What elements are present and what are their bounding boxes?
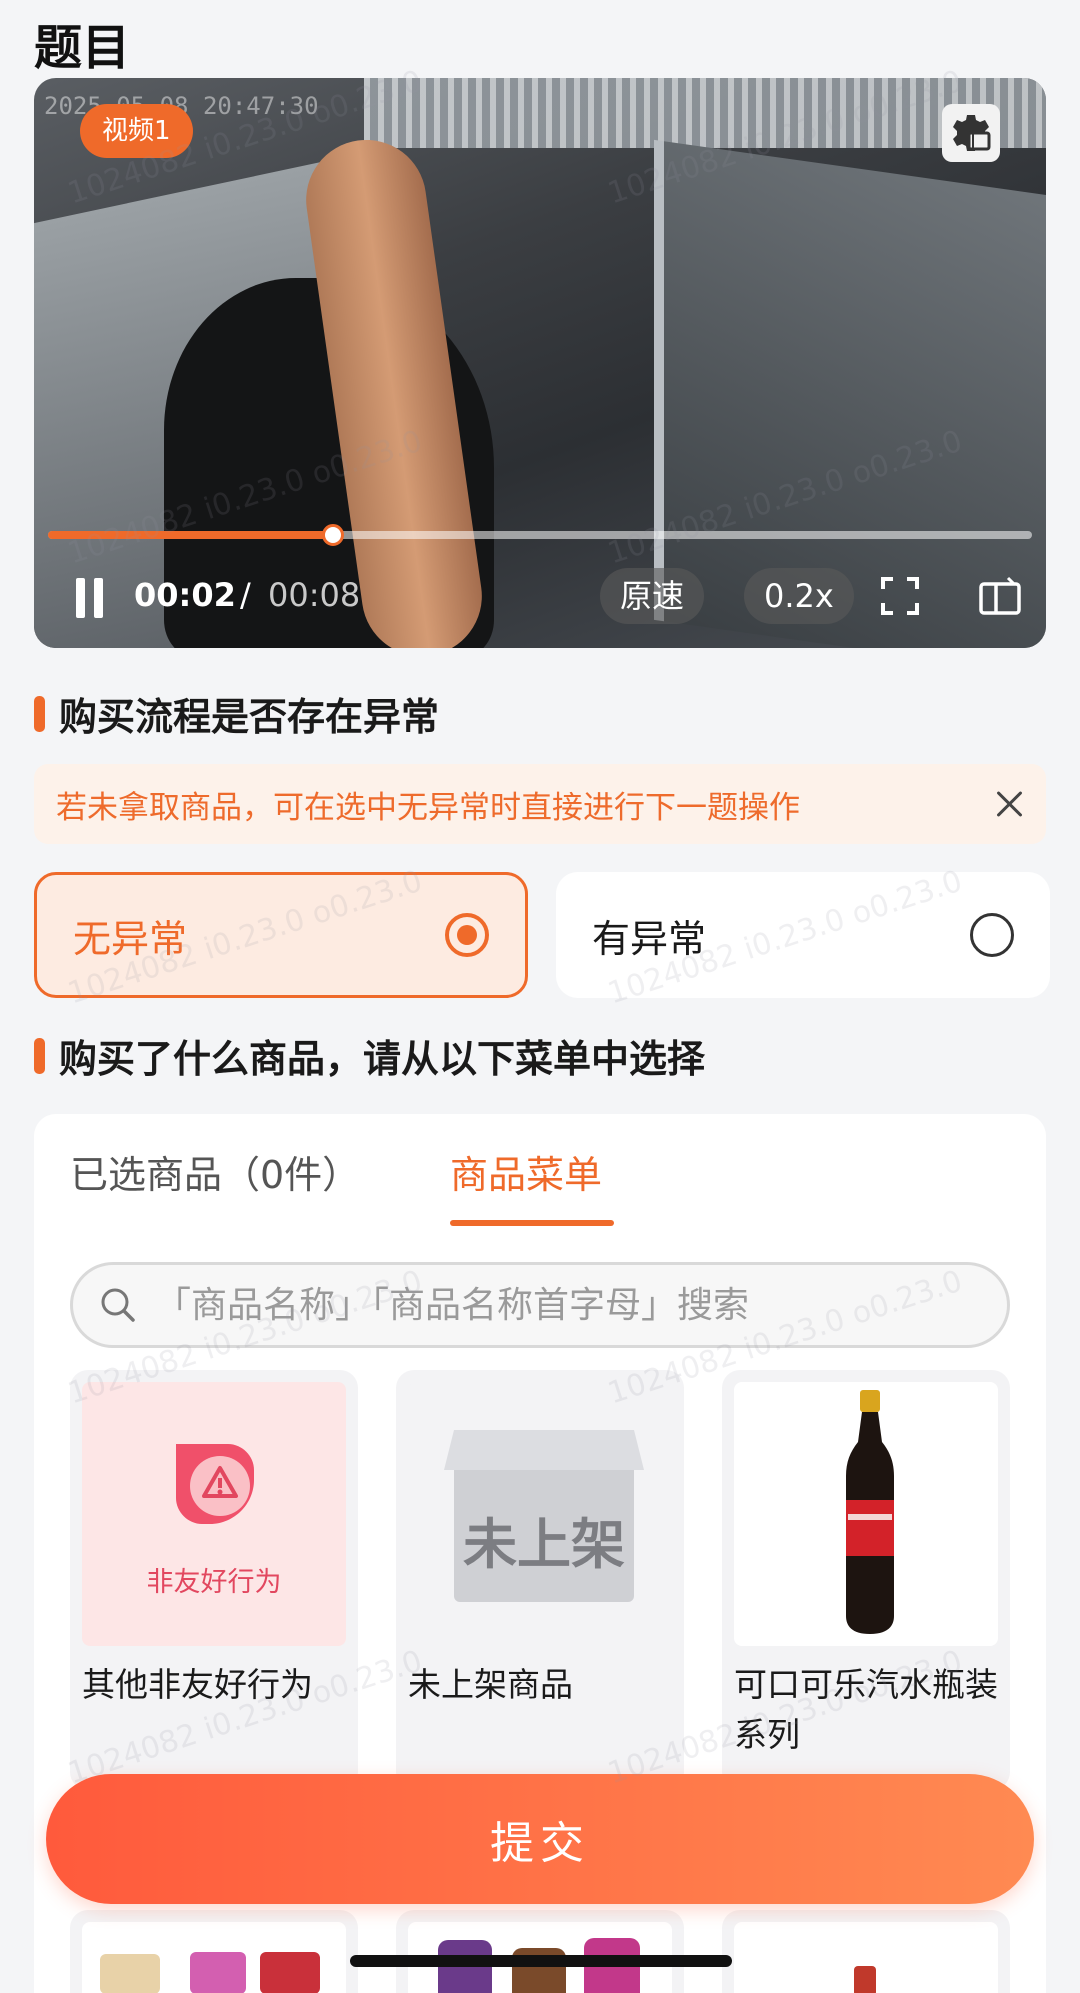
product-card[interactable]: 未上架 未上架商品: [396, 1370, 684, 1790]
submit-button[interactable]: 提交: [46, 1774, 1034, 1904]
tab-selected-items[interactable]: 已选商品（0件）: [70, 1144, 360, 1199]
product-image-label: 非友好行为: [146, 1567, 282, 1598]
product-image: 非友好行为: [82, 1382, 346, 1646]
product-image-label: 未上架: [463, 1513, 625, 1576]
product-card[interactable]: 可口可乐汽水瓶装系列: [722, 1370, 1010, 1790]
option-abnormal[interactable]: 有异常: [556, 872, 1050, 998]
product-image: [734, 1382, 998, 1646]
notice-text: 若未拿取商品，可在选中无异常时直接进行下一题操作: [56, 789, 800, 826]
section-accent-bar: [34, 695, 45, 732]
product-name: 未上架商品: [408, 1665, 573, 1704]
section-title-process: 购买流程是否存在异常: [34, 686, 439, 741]
cola-bottle-icon: [846, 1390, 894, 1634]
video-player[interactable]: 2025-05-08 20:47:30 视频1 00:02 / 00:08 原速…: [34, 78, 1046, 648]
video-controls: 00:02 / 00:08 原速 0.2x: [34, 568, 1046, 628]
video-progress-bar[interactable]: [48, 524, 1032, 546]
pause-icon[interactable]: [74, 578, 108, 618]
tab-active-underline: [450, 1220, 614, 1226]
search-box[interactable]: [70, 1262, 1010, 1348]
section-accent-bar: [34, 1037, 45, 1074]
home-indicator: [350, 1955, 732, 1967]
box-lid: [444, 1430, 644, 1470]
video-time-separator: /: [240, 576, 251, 614]
warning-icon: [176, 1444, 254, 1524]
section-title-products: 购买了什么商品，请从以下菜单中选择: [34, 1028, 705, 1083]
product-card[interactable]: 非友好行为 其他非友好行为: [70, 1370, 358, 1790]
notice-banner: 若未拿取商品，可在选中无异常时直接进行下一题操作: [34, 764, 1046, 844]
gear-video-icon: [953, 115, 991, 151]
search-icon: [101, 1288, 135, 1322]
page-title: 题目: [34, 20, 131, 76]
product-image: [734, 1922, 998, 1993]
product-image: [82, 1922, 346, 1993]
option-no-abnormal[interactable]: 无异常: [34, 872, 528, 998]
product-image: 未上架: [408, 1382, 672, 1646]
product-card[interactable]: [396, 1910, 684, 1993]
product-grid-next-row: [70, 1910, 1010, 1993]
speed-original-button[interactable]: 原速: [600, 568, 705, 624]
video-current-time: 00:02: [134, 576, 236, 614]
section-title-text: 购买流程是否存在异常: [59, 695, 440, 739]
radio-unselected-icon[interactable]: [970, 913, 1014, 957]
option-label: 有异常: [592, 916, 707, 961]
radio-selected-icon[interactable]: [445, 913, 489, 957]
product-name: 可口可乐汽水瓶装系列: [734, 1665, 998, 1754]
product-card[interactable]: [70, 1910, 358, 1993]
video-total-time: 00:08: [268, 576, 361, 614]
video-badge: 视频1: [80, 104, 193, 158]
fullscreen-icon[interactable]: [880, 576, 920, 616]
video-settings-button[interactable]: [942, 104, 1000, 162]
product-card[interactable]: [722, 1910, 1010, 1993]
video-progress-fill: [48, 531, 334, 539]
tab-product-menu[interactable]: 商品菜单: [450, 1144, 602, 1199]
close-icon[interactable]: [994, 789, 1024, 819]
speed-button[interactable]: 0.2x: [744, 568, 854, 624]
product-name: 其他非友好行为: [82, 1665, 313, 1704]
picture-in-picture-icon[interactable]: [978, 576, 1022, 616]
section-title-text: 购买了什么商品，请从以下菜单中选择: [59, 1037, 706, 1081]
search-input[interactable]: [155, 1284, 981, 1326]
option-label: 无异常: [73, 916, 188, 961]
